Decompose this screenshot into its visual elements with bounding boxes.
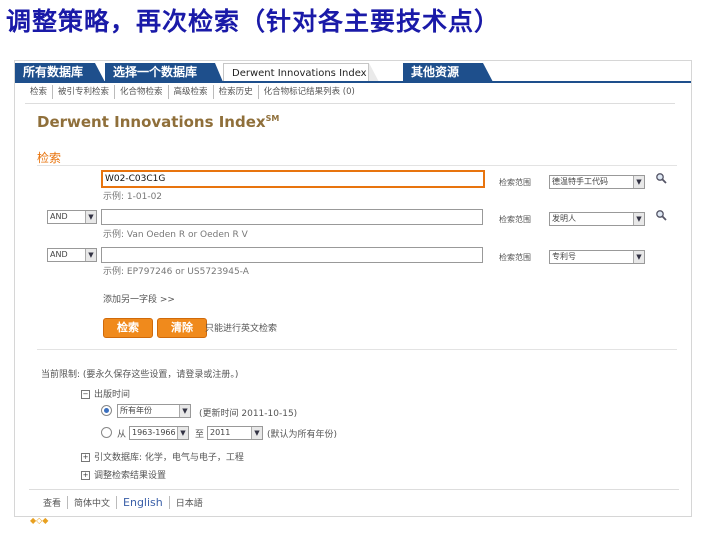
- operator-select-3[interactable]: AND ▼: [47, 248, 97, 262]
- search-button[interactable]: 检索: [103, 318, 153, 338]
- tab-notch: [369, 63, 379, 82]
- chevron-down-icon: ▼: [85, 211, 96, 223]
- divider: [37, 349, 677, 350]
- current-limits-title: 当前限制: (要永久保存这些设置，请登录或注册。): [41, 370, 239, 380]
- to-year-select[interactable]: 2011 ▼: [207, 426, 263, 440]
- divider: [37, 165, 677, 166]
- collapse-icon: −: [81, 390, 90, 399]
- chevron-down-icon: ▼: [85, 249, 96, 261]
- slide-title: 调整策略，再次检索（针对各主要技术点）: [6, 7, 501, 36]
- tab-notch: [215, 63, 223, 82]
- divider: [29, 489, 679, 490]
- tab-underline: [15, 81, 691, 83]
- to-label: 至: [195, 430, 205, 440]
- adjust-results-toggle[interactable]: + 调整检索结果设置: [81, 468, 166, 481]
- service-mark: SM: [265, 114, 280, 123]
- search-hint-3: 示例: EP797246 or US5723945-A: [103, 267, 249, 277]
- clear-button[interactable]: 清除: [157, 318, 207, 338]
- search-hint-1: 示例: 1-01-02: [103, 192, 163, 202]
- lang-simplified-chinese[interactable]: 简体中文: [68, 496, 118, 509]
- operator-value-2: AND: [50, 212, 68, 221]
- scope-select-2[interactable]: 发明人 ▼: [549, 212, 645, 226]
- default-years-note: (默认为所有年份): [267, 430, 338, 440]
- lang-japanese[interactable]: 日本語: [170, 496, 209, 509]
- scope-value-3: 专利号: [552, 252, 576, 261]
- chevron-down-icon: ▼: [251, 427, 262, 439]
- search-field-1[interactable]: W02-C03C1G: [101, 170, 485, 188]
- scope-value-1: 德温特手工代码: [552, 177, 608, 186]
- add-field-link[interactable]: 添加另一字段 >>: [103, 292, 175, 305]
- database-tabbar: 所有数据库 选择一个数据库 Derwent Innovations Index …: [15, 61, 691, 83]
- search-field-3[interactable]: [101, 247, 483, 263]
- operator-value-3: AND: [50, 250, 68, 259]
- tab-all-databases[interactable]: 所有数据库: [15, 63, 95, 82]
- tab-other-resources[interactable]: 其他资源: [403, 63, 483, 82]
- scope-select-3[interactable]: 专利号 ▼: [549, 250, 645, 264]
- english-only-note: 只能进行英文检索: [205, 324, 278, 334]
- browser-frame: 所有数据库 选择一个数据库 Derwent Innovations Index …: [14, 60, 692, 517]
- subnav-marked-list[interactable]: 化合物标记结果列表 (0): [259, 85, 360, 99]
- subnav-compound[interactable]: 化合物检索: [115, 85, 169, 99]
- search-hint-2: 示例: Van Oeden R or Oeden R V: [103, 230, 248, 240]
- search-subnav: 检索 被引专利检索 化合物检索 高级检索 检索历史 化合物标记结果列表 (0): [25, 85, 360, 103]
- from-label: 从: [117, 430, 127, 440]
- expand-icon: +: [81, 471, 90, 480]
- chevron-down-icon: ▼: [177, 427, 188, 439]
- lang-english[interactable]: English: [117, 496, 170, 509]
- chevron-down-icon: ▼: [633, 213, 644, 225]
- magnifier-icon[interactable]: [655, 209, 667, 221]
- product-name: Derwent Innovations Index: [37, 113, 266, 131]
- from-year-value: 1963-1966: [132, 428, 176, 437]
- to-year-value: 2011: [210, 428, 231, 437]
- from-year-select[interactable]: 1963-1966 ▼: [129, 426, 189, 440]
- all-years-value: 所有年份: [120, 406, 152, 415]
- chevron-down-icon: ▼: [179, 405, 190, 417]
- subnav-cited-patent[interactable]: 被引专利检索: [53, 85, 116, 99]
- citation-db-toggle[interactable]: + 引文数据库: 化学，电气与电子，工程: [81, 450, 244, 463]
- chevron-down-icon: ▼: [633, 251, 644, 263]
- tab-notch: [95, 63, 105, 82]
- scope-select-1[interactable]: 德温特手工代码 ▼: [549, 175, 645, 189]
- scope-value-2: 发明人: [552, 214, 576, 223]
- radio-all-years[interactable]: [101, 405, 112, 416]
- operator-select-2[interactable]: AND ▼: [47, 210, 97, 224]
- subnav-search[interactable]: 检索: [25, 85, 54, 99]
- tab-select-database[interactable]: 选择一个数据库: [105, 63, 215, 82]
- pub-date-toggle[interactable]: − 出版时间: [81, 387, 130, 400]
- citation-db-label: 引文数据库: 化学，电气与电子，工程: [94, 453, 244, 463]
- search-section-label: 检索: [37, 151, 62, 165]
- footer-view-label: 查看: [37, 496, 69, 509]
- watermark-logo: ◆◇◆: [30, 516, 49, 525]
- scope-label-3: 检索范围: [499, 253, 531, 262]
- expand-icon: +: [81, 453, 90, 462]
- all-years-select[interactable]: 所有年份 ▼: [117, 404, 191, 418]
- divider: [25, 103, 675, 104]
- subnav-advanced[interactable]: 高级检索: [169, 85, 214, 99]
- scope-label-1: 检索范围: [499, 178, 531, 187]
- update-note: (更新时间 2011-10-15): [199, 409, 298, 419]
- radio-year-range[interactable]: [101, 427, 112, 438]
- magnifier-icon[interactable]: [655, 172, 667, 184]
- adjust-results-label: 调整检索结果设置: [94, 471, 167, 481]
- search-field-2[interactable]: [101, 209, 483, 225]
- scope-label-2: 检索范围: [499, 215, 531, 224]
- language-footer: 查看 简体中文 English 日本語: [37, 496, 209, 509]
- tab-notch: [483, 63, 493, 82]
- tab-derwent[interactable]: Derwent Innovations Index: [223, 63, 369, 82]
- subnav-history[interactable]: 检索历史: [214, 85, 259, 99]
- product-title: Derwent Innovations IndexSM: [37, 113, 279, 131]
- chevron-down-icon: ▼: [633, 176, 644, 188]
- pub-date-label: 出版时间: [94, 390, 131, 400]
